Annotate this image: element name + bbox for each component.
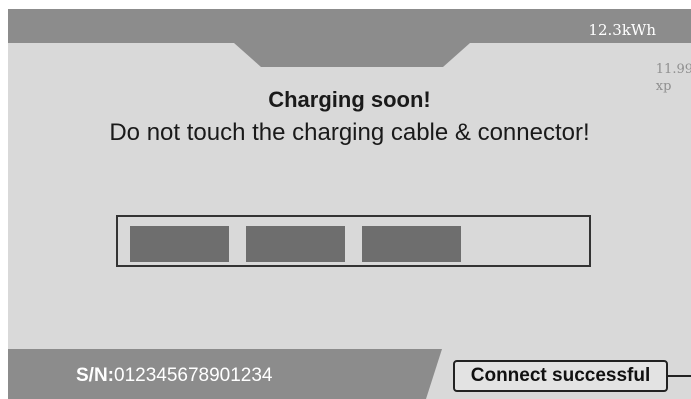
serial-number-label: S/N: (76, 365, 114, 386)
progress-segment (130, 226, 229, 262)
charger-screen: 12.3kWh 11.99 xp Charging soon! Do not t… (8, 9, 691, 399)
energy-reading: 12.3kWh (588, 21, 656, 39)
status-connector-line (668, 375, 691, 377)
serial-number: S/N:012345678901234 (76, 365, 273, 387)
connection-status-badge: Connect successful (453, 360, 668, 392)
price-value: 11.99 (655, 62, 691, 77)
notice-title: Charging soon! (268, 87, 431, 112)
progress-segment (246, 226, 345, 262)
notice-message: Do not touch the charging cable & connec… (109, 119, 590, 146)
serial-number-value: 012345678901234 (114, 365, 273, 386)
progress-segment (362, 226, 461, 262)
top-bar (8, 9, 691, 67)
charging-progress-bar (116, 215, 591, 267)
